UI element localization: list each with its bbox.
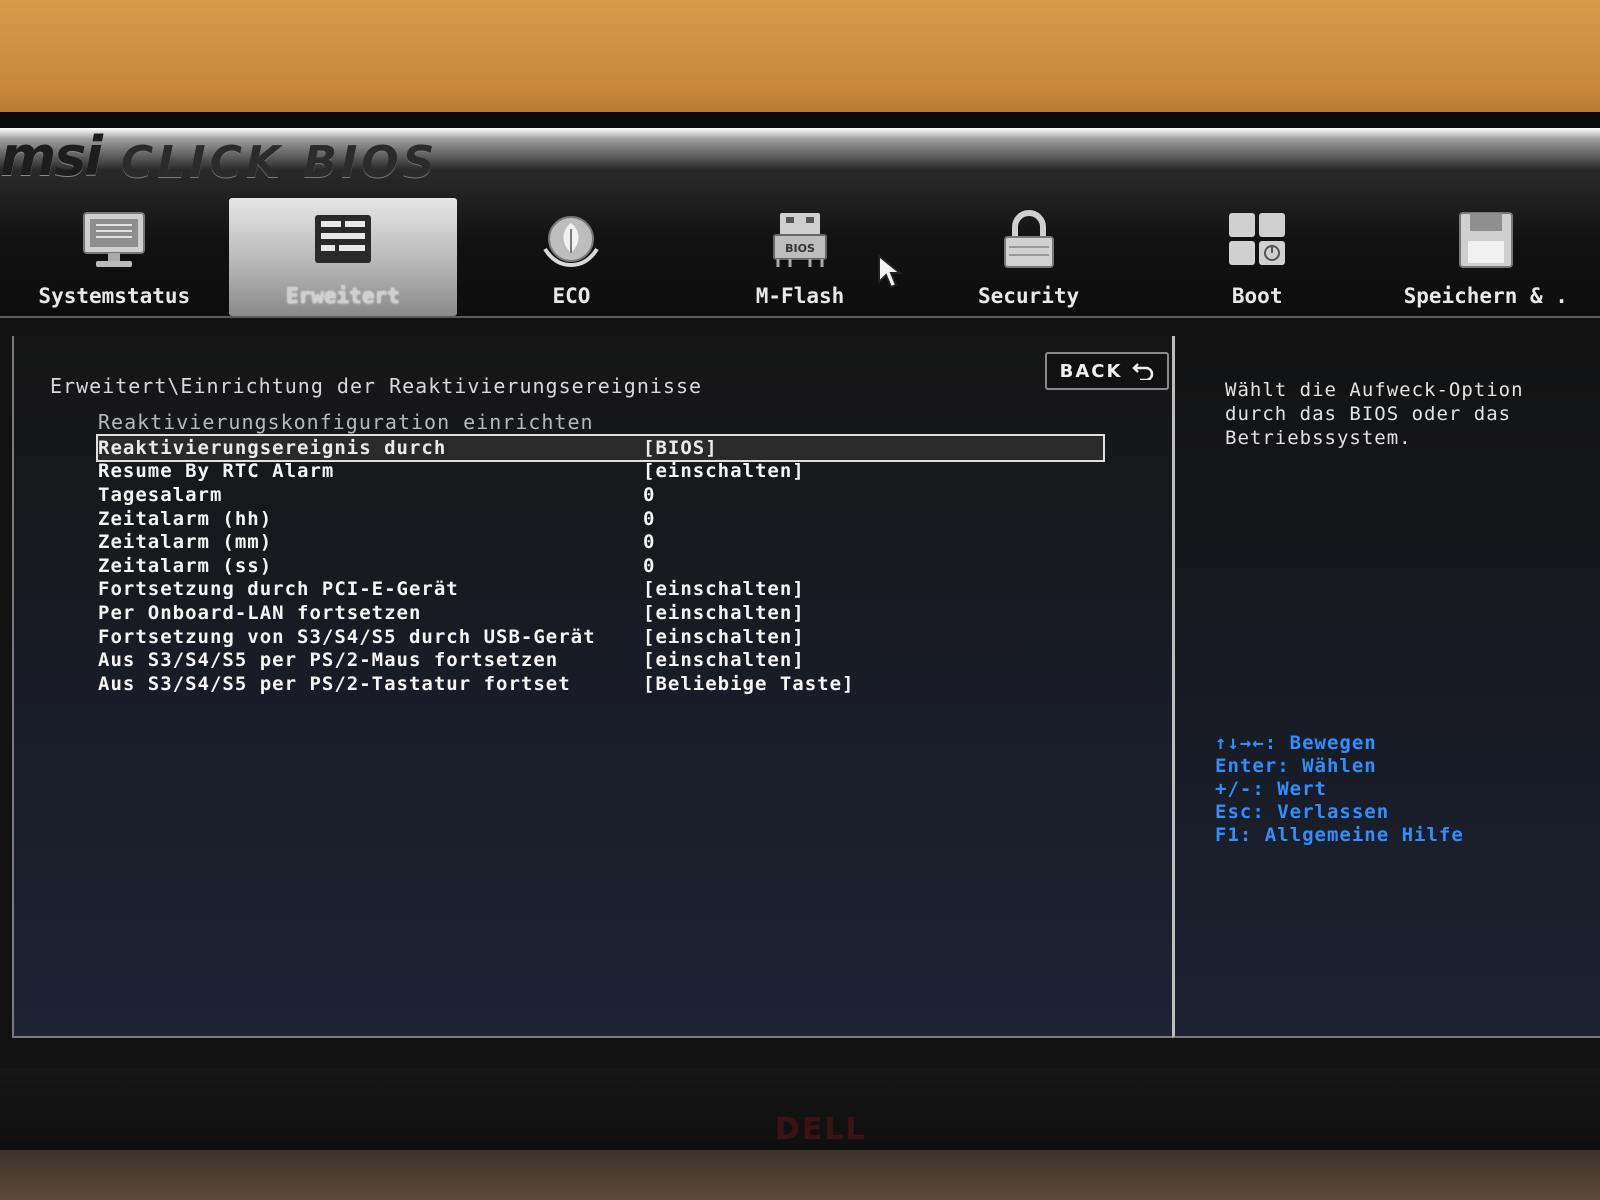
setting-rtc-alarm[interactable]: Resume By RTC Alarm [einschalten] bbox=[98, 460, 1103, 484]
setting-value[interactable]: [einschalten] bbox=[643, 460, 805, 482]
help-description: Wählt die Aufweck-Option durch das BIOS … bbox=[1225, 379, 1524, 449]
background-wall bbox=[0, 0, 1600, 130]
setting-zeitalarm-hh[interactable]: Zeitalarm (hh) 0 bbox=[98, 507, 1103, 531]
bios-chip-icon: BIOS bbox=[760, 206, 840, 276]
setting-value[interactable]: 0 bbox=[643, 531, 655, 553]
tab-security[interactable]: Security bbox=[914, 198, 1143, 316]
key-hint-value: +/-: Wert bbox=[1215, 778, 1327, 800]
svg-text:BIOS: BIOS bbox=[785, 242, 815, 255]
setting-value[interactable]: [Beliebige Taste] bbox=[643, 673, 854, 695]
setting-label: Per Onboard-LAN fortsetzen bbox=[98, 601, 422, 624]
back-button-label: BACK bbox=[1059, 360, 1123, 382]
padlock-icon bbox=[989, 206, 1069, 276]
settings-list: Reaktivierungsereignis durch [BIOS] Resu… bbox=[96, 434, 1105, 696]
mouse-cursor-icon bbox=[878, 254, 903, 289]
tab-label: Security bbox=[978, 284, 1080, 308]
setting-label: Reaktivierungsereignis durch bbox=[98, 436, 447, 459]
key-hints: ↑↓→←: Bewegen Enter: Wählen +/-: Wert Es… bbox=[1215, 732, 1464, 847]
setting-label: Zeitalarm (mm) bbox=[98, 531, 273, 554]
setting-value[interactable]: 0 bbox=[643, 484, 655, 506]
key-hint-select: Enter: Wählen bbox=[1215, 755, 1377, 777]
top-bar: msi CLICK BIOS Systemstatus Erweitert EC… bbox=[0, 128, 1600, 318]
back-button[interactable]: BACK bbox=[1045, 352, 1169, 390]
setting-label: Fortsetzung von S3/S4/S5 durch USB-Gerät bbox=[98, 625, 596, 648]
brand-logo: msi CLICK BIOS bbox=[0, 128, 439, 188]
setting-value[interactable]: [BIOS] bbox=[643, 437, 718, 459]
setting-value[interactable]: [einschalten] bbox=[643, 626, 805, 648]
setting-value[interactable]: [einschalten] bbox=[643, 649, 805, 671]
breadcrumb: Erweitert\Einrichtung der Reaktivierungs… bbox=[50, 374, 703, 398]
msi-logo: msi bbox=[0, 128, 103, 188]
setting-usb-resume[interactable]: Fortsetzung von S3/S4/S5 durch USB-Gerät… bbox=[98, 625, 1103, 649]
tab-eco[interactable]: ECO bbox=[457, 198, 686, 316]
main-tabs: Systemstatus Erweitert ECO BIOS M-Flash … bbox=[0, 198, 1600, 316]
setting-tagesalarm[interactable]: Tagesalarm 0 bbox=[98, 483, 1103, 507]
settings-panel-icon bbox=[303, 206, 383, 276]
tab-speichern[interactable]: Speichern & . bbox=[1371, 198, 1600, 316]
tab-label: Boot bbox=[1231, 284, 1283, 308]
setting-label: Zeitalarm (hh) bbox=[98, 507, 273, 530]
boot-grid-icon bbox=[1217, 206, 1297, 276]
setting-reaktivierungsereignis[interactable]: Reaktivierungsereignis durch [BIOS] bbox=[96, 434, 1105, 462]
tab-erweitert[interactable]: Erweitert bbox=[228, 198, 458, 316]
setting-value[interactable]: 0 bbox=[643, 555, 655, 577]
tab-label: Systemstatus bbox=[38, 284, 191, 308]
setting-value[interactable]: [einschalten] bbox=[643, 578, 805, 600]
floppy-disk-icon bbox=[1446, 206, 1526, 276]
tab-label: M-Flash bbox=[755, 284, 845, 308]
setting-zeitalarm-ss[interactable]: Zeitalarm (ss) 0 bbox=[98, 554, 1103, 578]
setting-value[interactable]: [einschalten] bbox=[643, 602, 805, 624]
setting-label: Resume By RTC Alarm bbox=[98, 460, 335, 483]
header-divider bbox=[0, 316, 1600, 318]
desk-surface bbox=[0, 1150, 1600, 1200]
setting-label: Tagesalarm bbox=[98, 483, 223, 506]
tab-label: ECO bbox=[552, 284, 591, 308]
tab-boot[interactable]: Boot bbox=[1143, 198, 1372, 316]
setting-label: Zeitalarm (ss) bbox=[98, 554, 273, 577]
setting-zeitalarm-mm[interactable]: Zeitalarm (mm) 0 bbox=[98, 530, 1103, 554]
setting-label: Aus S3/S4/S5 per PS/2-Maus fortsetzen bbox=[98, 649, 559, 672]
setting-label: Aus S3/S4/S5 per PS/2-Tastatur fortset bbox=[98, 672, 571, 695]
click-bios-logo: CLICK BIOS bbox=[120, 137, 439, 188]
tab-label: Erweitert bbox=[285, 284, 400, 308]
tab-systemstatus[interactable]: Systemstatus bbox=[0, 198, 229, 316]
setting-label: Fortsetzung durch PCI-E-Gerät bbox=[98, 578, 459, 601]
back-arrow-icon bbox=[1132, 363, 1154, 380]
setting-ps2-mouse-resume[interactable]: Aus S3/S4/S5 per PS/2-Maus fortsetzen [e… bbox=[98, 648, 1103, 672]
monitor-icon bbox=[74, 206, 154, 276]
dell-logo: DELL bbox=[775, 1112, 867, 1147]
setting-pcie-resume[interactable]: Fortsetzung durch PCI-E-Gerät [einschalt… bbox=[98, 578, 1103, 602]
section-title: Reaktivierungskonfiguration einrichten bbox=[98, 410, 594, 434]
key-hint-move: ↑↓→←: Bewegen bbox=[1215, 732, 1377, 754]
tab-label: Speichern & . bbox=[1403, 284, 1568, 308]
eco-leaf-icon bbox=[531, 206, 611, 276]
setting-ps2-keyboard-resume[interactable]: Aus S3/S4/S5 per PS/2-Tastatur fortset [… bbox=[98, 672, 1103, 696]
setting-value[interactable]: 0 bbox=[643, 508, 655, 530]
setting-onboard-lan-resume[interactable]: Per Onboard-LAN fortsetzen [einschalten] bbox=[98, 601, 1103, 625]
key-hint-help: F1: Allgemeine Hilfe bbox=[1215, 824, 1464, 846]
key-hint-exit: Esc: Verlassen bbox=[1215, 801, 1390, 823]
